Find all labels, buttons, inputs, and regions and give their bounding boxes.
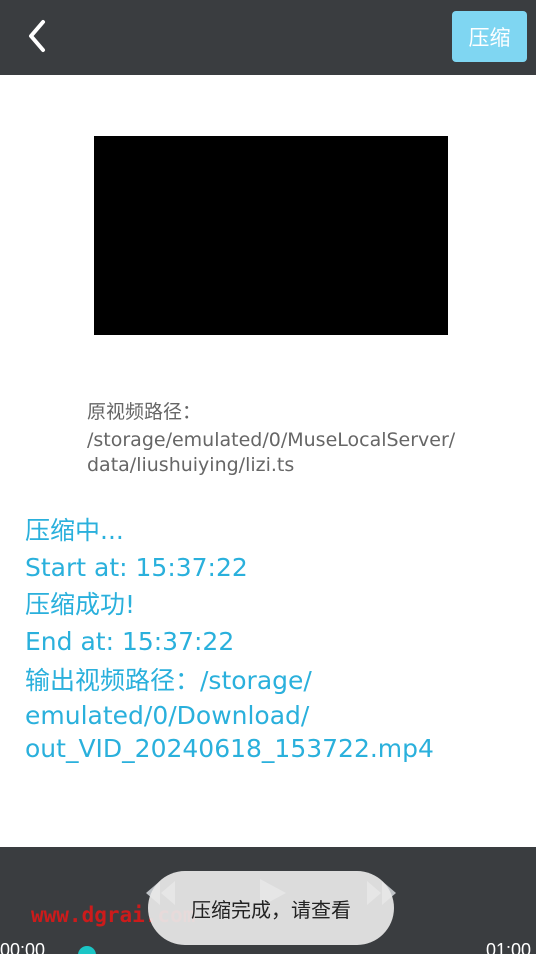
total-time: 01:00	[486, 940, 532, 954]
chevron-left-icon	[29, 20, 45, 52]
video-preview[interactable]	[94, 136, 448, 335]
log-start-time: Start at: 15:37:22	[25, 553, 248, 582]
log-success: 压缩成功!	[25, 590, 136, 619]
log-compressing: 压缩中...	[25, 516, 124, 545]
log-end-time: End at: 15:37:22	[25, 627, 235, 656]
source-path-block: 原视频路径： /storage/emulated/0/MuseLocalServ…	[87, 398, 507, 479]
toast-message: 压缩完成，请查看	[148, 871, 394, 945]
back-button[interactable]	[14, 14, 58, 58]
log-output-path-3: out_VID_20240618_153722.mp4	[25, 734, 434, 763]
top-app-bar: 压缩	[0, 0, 536, 75]
compress-button[interactable]: 压缩	[452, 11, 527, 62]
current-time: 00:00	[0, 940, 46, 954]
seek-thumb[interactable]	[78, 946, 96, 954]
source-path-line-2: data/liushuiying/lizi.ts	[87, 454, 295, 476]
source-path-label: 原视频路径：	[87, 401, 202, 423]
log-output-path-1: 输出视频路径：/storage/	[25, 666, 312, 695]
source-path-line-1: /storage/emulated/0/MuseLocalServer/	[87, 429, 456, 451]
log-output-path-2: emulated/0/Download/	[25, 701, 310, 730]
compression-log: 压缩中... Start at: 15:37:22 压缩成功! End at: …	[25, 512, 525, 765]
